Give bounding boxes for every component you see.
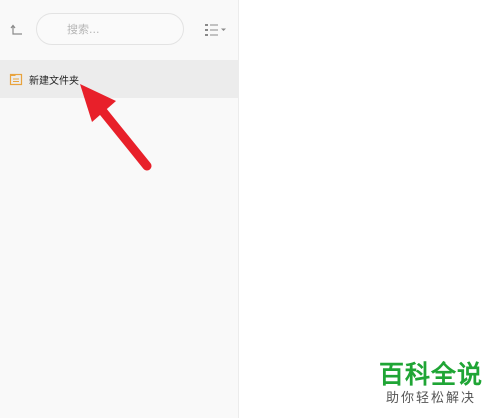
sidebar-toolbar [0, 0, 238, 58]
search-box[interactable] [36, 13, 184, 45]
list-item-new-folder[interactable]: 新建文件夹 [0, 60, 238, 98]
folder-name: 新建文件夹 [29, 75, 79, 87]
folder-icon [9, 72, 23, 86]
file-sidebar: 新建文件夹 [0, 0, 239, 418]
list-view-icon [205, 24, 226, 36]
view-mode-button[interactable] [204, 22, 228, 38]
folder-up-icon [10, 24, 22, 35]
watermark: 百科全说 助你轻松解决 [376, 360, 486, 408]
search-input[interactable] [37, 14, 183, 44]
go-up-button[interactable] [7, 21, 25, 39]
chevron-down-icon [221, 28, 226, 31]
watermark-slogan: 助你轻松解决 [385, 391, 476, 406]
watermark-logo: 百科全说 [378, 360, 483, 389]
